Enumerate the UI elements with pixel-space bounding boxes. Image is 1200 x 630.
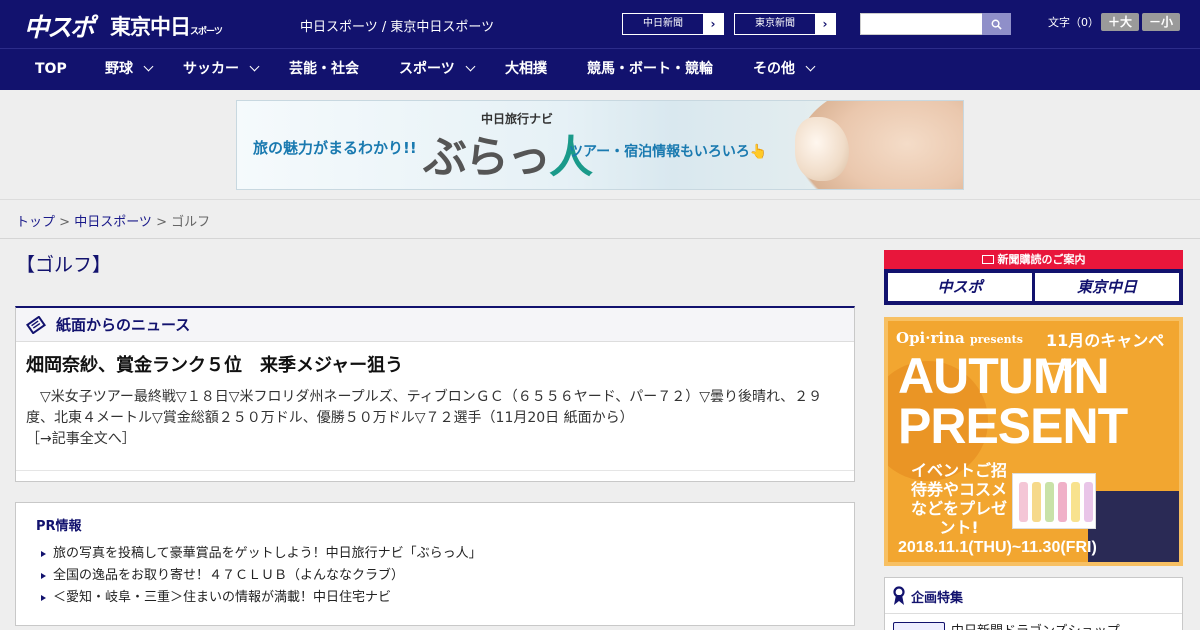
top-header-bar: 中スポ 東京中日スポーツ 中日スポーツ / 東京中日スポーツ 中日新聞 › 東京… bbox=[0, 0, 1200, 48]
nav-item-soccer[interactable]: サッカー bbox=[183, 49, 260, 91]
ad-brand-name: Opi·rina bbox=[896, 329, 965, 347]
chevron-down-icon bbox=[143, 61, 154, 72]
article-summary: ▽米女子ツアー最終戦▽１８日▽米フロリダ州ネープルズ、ティブロンＧＣ（６５５６ヤ… bbox=[26, 387, 846, 450]
search-icon bbox=[991, 19, 1002, 30]
subscription-title: 新聞購読のご案内 bbox=[997, 253, 1086, 266]
nav-item-racing[interactable]: 競馬・ボート・競輪 bbox=[587, 49, 713, 91]
ad-brand: Opi·rina presents bbox=[896, 329, 1023, 347]
divider bbox=[16, 470, 854, 471]
chevron-down-icon bbox=[465, 61, 476, 72]
main-nav: TOP 野球 サッカー 芸能・社会 スポーツ 大相撲 競馬・ボート・競輪 その他 bbox=[0, 48, 1200, 90]
breadcrumb-sep: > bbox=[151, 215, 172, 230]
banner-area: 旅の魅力がまるわかり!! 中日旅行ナビ ぶらっ人 ツアー・宿泊情報もいろいろ👆 bbox=[0, 90, 1200, 200]
nav-item-other[interactable]: その他 bbox=[753, 49, 816, 91]
pr-list: 旅の写真を投稿して豪華賞品をゲットしよう！中日旅行ナビ「ぶらっ人」 全国の逸品を… bbox=[40, 543, 482, 609]
subscription-box: 新聞購読のご案内 中スポ 東京中日 bbox=[884, 250, 1183, 305]
tokyo-link-label: 東京新聞 bbox=[755, 18, 795, 29]
font-size-label: 文字（0） bbox=[1048, 16, 1099, 29]
font-size-decrease-button[interactable]: －小 bbox=[1142, 13, 1180, 31]
subscribe-chuspo-button[interactable]: 中スポ bbox=[888, 273, 1032, 301]
breadcrumb-current: ゴルフ bbox=[171, 215, 211, 230]
feature-link-dragons-shop[interactable]: 中日新聞ドラゴンズショップ bbox=[951, 620, 1120, 630]
chuspo-logo[interactable]: 中スポ bbox=[24, 8, 95, 42]
divider bbox=[0, 238, 1200, 239]
chevron-right-icon: › bbox=[815, 14, 835, 34]
divider bbox=[885, 613, 1182, 614]
cosmetics-image bbox=[1012, 473, 1096, 529]
search-button[interactable] bbox=[982, 13, 1011, 35]
breadcrumb: トップ > 中日スポーツ > ゴルフ bbox=[16, 211, 210, 230]
chevron-down-icon bbox=[249, 61, 260, 72]
ad-presents: presents bbox=[969, 333, 1023, 346]
ad-date: 2018.11.1(THU)~11.30(FRI) bbox=[898, 539, 1097, 556]
pr-info-title: PR情報 bbox=[36, 519, 82, 534]
subscribe-tokyo-chunichi-button[interactable]: 東京中日 bbox=[1035, 273, 1179, 301]
brand-logo-part: ぶらっ bbox=[423, 132, 551, 183]
chevron-down-icon bbox=[805, 61, 816, 72]
breadcrumb-home-link[interactable]: トップ bbox=[16, 215, 55, 230]
castle-night-photo bbox=[1088, 491, 1179, 562]
tokyo-logo-text: 東京中日 bbox=[110, 15, 191, 39]
news-section-header: 紙面からのニュース bbox=[16, 308, 854, 342]
article-body-text: ▽米女子ツアー最終戦▽１８日▽米フロリダ州ネープルズ、ティブロンＧＣ（６５５６ヤ… bbox=[26, 389, 823, 426]
feature-thumbnail[interactable] bbox=[893, 622, 945, 630]
pr-info-box: PR情報 旅の写真を投稿して豪華賞品をゲットしよう！中日旅行ナビ「ぶらっ人」 全… bbox=[15, 502, 855, 626]
breadcrumb-sep: > bbox=[55, 215, 75, 230]
nav-label: サッカー bbox=[183, 61, 239, 77]
nav-label: その他 bbox=[753, 61, 795, 77]
tokyo-chunichi-logo[interactable]: 東京中日スポーツ bbox=[110, 11, 223, 41]
nav-label: スポーツ bbox=[399, 61, 455, 77]
nav-item-entertainment[interactable]: 芸能・社会 bbox=[289, 49, 359, 91]
nav-label: TOP bbox=[35, 61, 67, 77]
feature-title: 企画特集 bbox=[911, 590, 964, 606]
article-title[interactable]: 畑岡奈紗、賞金ランク５位 来季メジャー狙う bbox=[26, 351, 403, 377]
newspaper-icon bbox=[26, 315, 46, 334]
ad-headline-present: PRESENT bbox=[898, 398, 1128, 454]
category-heading: 【ゴルフ】 bbox=[16, 254, 112, 276]
nav-item-sumo[interactable]: 大相撲 bbox=[505, 49, 547, 91]
banner-brand-logo: ぶらっ人 bbox=[423, 121, 593, 185]
pr-link-47club[interactable]: 全国の逸品をお取り寄せ！４７ＣＬＵＢ（よんななクラブ） bbox=[40, 565, 482, 587]
banner-tagline: 旅の魅力がまるわかり!! bbox=[253, 139, 417, 157]
search-input[interactable] bbox=[860, 13, 983, 35]
font-size-increase-button[interactable]: ＋大 bbox=[1101, 13, 1139, 31]
nav-label: 競馬・ボート・競輪 bbox=[587, 61, 713, 77]
nav-item-baseball[interactable]: 野球 bbox=[105, 49, 154, 91]
nav-item-sports[interactable]: スポーツ bbox=[399, 49, 476, 91]
travel-navi-banner-ad[interactable]: 旅の魅力がまるわかり!! 中日旅行ナビ ぶらっ人 ツアー・宿泊情報もいろいろ👆 bbox=[236, 100, 964, 190]
subscription-header: 新聞購読のご案内 bbox=[884, 250, 1183, 269]
breadcrumb-section-link[interactable]: 中日スポーツ bbox=[74, 215, 152, 230]
tokyo-shimbun-link[interactable]: 東京新聞 › bbox=[734, 13, 836, 35]
ribbon-icon bbox=[893, 586, 905, 605]
ad-event-text: イベントご招待券やコスメなどをプレゼント! bbox=[910, 461, 1007, 537]
chunichi-shimbun-link[interactable]: 中日新聞 › bbox=[622, 13, 724, 35]
feature-box: 企画特集 中日新聞ドラゴンズショップ bbox=[884, 577, 1183, 630]
nav-label: 芸能・社会 bbox=[289, 61, 359, 77]
chunichi-link-label: 中日新聞 bbox=[643, 18, 683, 29]
pr-link-housing[interactable]: ＜愛知・岐阜・三重＞住まいの情報が満載！中日住宅ナビ bbox=[40, 587, 482, 609]
ad-headline-autumn: AUTUMN bbox=[898, 348, 1110, 404]
site-title: 中日スポーツ / 東京中日スポーツ bbox=[300, 20, 495, 35]
nav-item-top[interactable]: TOP bbox=[35, 49, 67, 91]
feature-header: 企画特集 bbox=[893, 586, 963, 606]
newspaper-news-box: 紙面からのニュース 畑岡奈紗、賞金ランク５位 来季メジャー狙う ▽米女子ツアー最… bbox=[15, 306, 855, 482]
autumn-present-ad[interactable]: Opi·rina presents 11月のキャンペーン AUTUMN PRES… bbox=[884, 317, 1183, 566]
pr-link-travel[interactable]: 旅の写真を投稿して豪華賞品をゲットしよう！中日旅行ナビ「ぶらっ人」 bbox=[40, 543, 482, 565]
read-more-link[interactable]: ［→記事全文へ］ bbox=[26, 431, 136, 447]
newspaper-icon bbox=[981, 255, 994, 264]
tokyo-logo-suffix: スポーツ bbox=[190, 27, 223, 37]
nav-label: 大相撲 bbox=[505, 61, 547, 77]
chevron-right-icon: › bbox=[703, 14, 723, 34]
nav-label: 野球 bbox=[105, 61, 133, 77]
news-section-title: 紙面からのニュース bbox=[56, 316, 191, 334]
banner-subline: ツアー・宿泊情報もいろいろ👆 bbox=[569, 144, 768, 160]
